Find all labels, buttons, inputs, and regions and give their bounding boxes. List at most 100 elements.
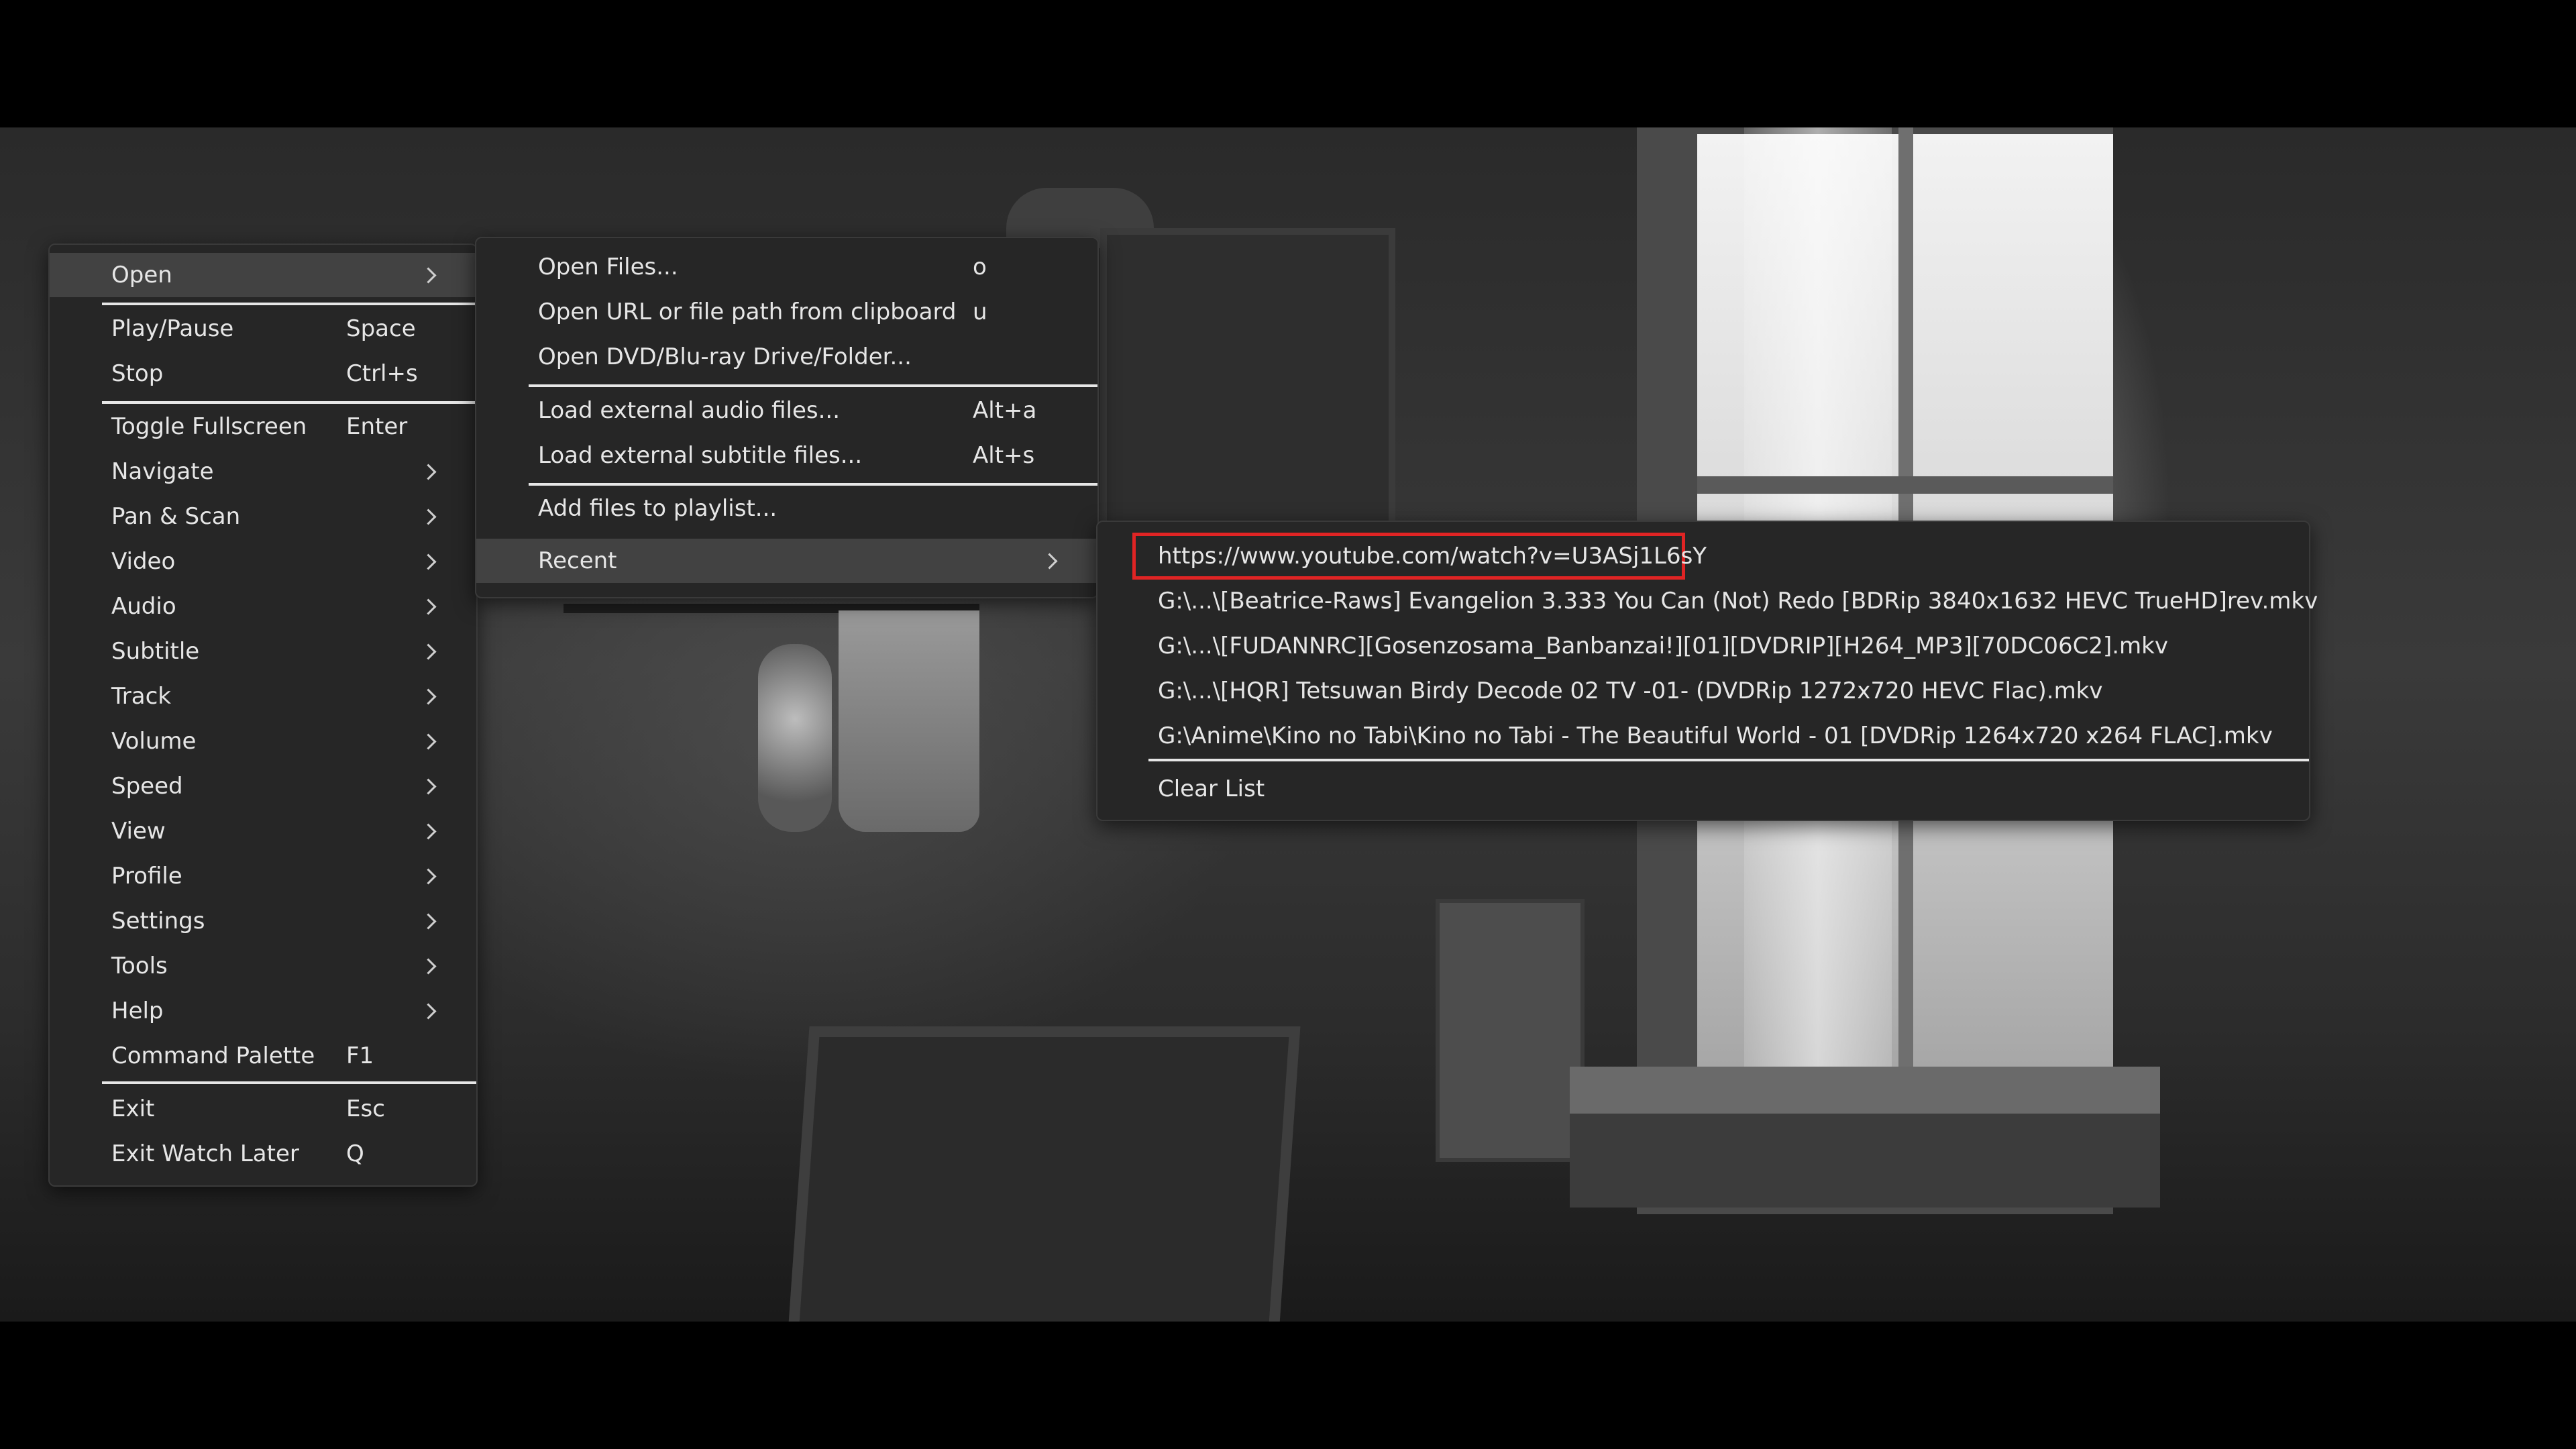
menu-item-label: Toggle Fullscreen	[111, 413, 307, 440]
menu-item-open[interactable]: Open	[50, 253, 476, 297]
menu-item-navigate[interactable]: Navigate	[50, 449, 476, 494]
menu-item-exit-watch-later[interactable]: Exit Watch Later Q	[50, 1132, 476, 1176]
menu-item-label: Navigate	[111, 458, 214, 485]
menu-item-label: Command Palette	[111, 1042, 315, 1069]
menu-item-help[interactable]: Help	[50, 989, 476, 1033]
menu-item-open-files[interactable]: Open Files... o	[476, 245, 1097, 289]
leaning-frame	[787, 1026, 1301, 1322]
chevron-right-icon	[420, 912, 437, 930]
menu-separator	[102, 1081, 476, 1084]
clear-list-label: Clear List	[1158, 775, 1265, 802]
menu-item-audio[interactable]: Audio	[50, 584, 476, 629]
menu-item-label: Exit	[111, 1095, 155, 1122]
recent-item-label: G:\...\[FUDANNRC][Gosenzosama_Banbanzai!…	[1158, 633, 2168, 659]
menu-item-track[interactable]: Track	[50, 674, 476, 718]
menu-item-label: Track	[111, 683, 171, 710]
menu-item-label: Settings	[111, 908, 205, 934]
menu-item-stop[interactable]: Stop Ctrl+s	[50, 352, 476, 396]
chevron-right-icon	[420, 777, 437, 795]
menu-item-label: Recent	[538, 547, 617, 574]
chevron-right-icon	[420, 822, 437, 840]
chevron-right-icon	[420, 508, 437, 525]
chevron-right-icon	[420, 867, 437, 885]
chevron-right-icon	[420, 1002, 437, 1020]
window-mullion	[1697, 476, 2113, 494]
window-sill	[1570, 1067, 2160, 1114]
menu-item-pan-scan[interactable]: Pan & Scan	[50, 494, 476, 539]
small-drawer	[1436, 899, 1585, 1162]
open-submenu: Open Files... o Open URL or file path fr…	[475, 237, 1099, 598]
menu-separator	[102, 401, 476, 404]
menu-item-label: Open	[111, 262, 172, 288]
menu-item-label: Speed	[111, 773, 183, 800]
recent-item[interactable]: G:\...\[HQR] Tetsuwan Birdy Decode 02 TV…	[1097, 669, 2309, 713]
recent-item-label: G:\...\[Beatrice-Raws] Evangelion 3.333 …	[1158, 588, 2318, 614]
recent-submenu: https://www.youtube.com/watch?v=U3ASj1L6…	[1096, 521, 2318, 821]
menu-item-command-palette[interactable]: Command Palette F1	[50, 1034, 476, 1078]
menu-item-settings[interactable]: Settings	[50, 899, 476, 943]
menu-item-label: Add files to playlist...	[538, 495, 777, 522]
chevron-right-icon	[420, 553, 437, 570]
chevron-right-icon	[420, 957, 437, 975]
menu-item-label: Load external subtitle files...	[538, 442, 863, 469]
chevron-right-icon	[1041, 552, 1058, 570]
menu-item-shortcut: Enter	[346, 413, 408, 440]
menu-item-shortcut: Q	[346, 1140, 364, 1167]
menu-item-label: Video	[111, 548, 176, 575]
menu-item-label: Audio	[111, 593, 176, 620]
menu-item-label: Open Files...	[538, 254, 678, 280]
menu-separator	[102, 303, 476, 305]
menu-item-shortcut: Alt+s	[973, 442, 1035, 469]
menu-item-toggle-fullscreen[interactable]: Toggle Fullscreen Enter	[50, 405, 476, 449]
menu-item-open-dvd-bluray[interactable]: Open DVD/Blu-ray Drive/Folder...	[476, 335, 1097, 379]
menu-item-tools[interactable]: Tools	[50, 944, 476, 988]
chevron-right-icon	[420, 598, 437, 615]
menu-item-exit[interactable]: Exit Esc	[50, 1087, 476, 1131]
recent-item[interactable]: https://www.youtube.com/watch?v=U3ASj1L6…	[1097, 534, 2309, 578]
menu-item-label: Pan & Scan	[111, 503, 241, 530]
menu-item-load-subtitle[interactable]: Load external subtitle files... Alt+s	[476, 433, 1097, 478]
menu-item-play-pause[interactable]: Play/Pause Space	[50, 307, 476, 351]
hanging-cloth	[839, 610, 979, 832]
sill-shadow	[1570, 1114, 2160, 1208]
recent-item-label: G:\Anime\Kino no Tabi\Kino no Tabi - The…	[1158, 722, 2273, 749]
menu-item-label: Load external audio files...	[538, 397, 841, 424]
menu-item-volume[interactable]: Volume	[50, 719, 476, 763]
menu-item-add-to-playlist[interactable]: Add files to playlist...	[476, 486, 1097, 531]
menu-item-label: Volume	[111, 728, 197, 755]
menu-item-recent[interactable]: Recent	[476, 539, 1097, 583]
recent-item[interactable]: G:\...\[FUDANNRC][Gosenzosama_Banbanzai!…	[1097, 624, 2309, 668]
menu-item-label: Subtitle	[111, 638, 200, 665]
menu-item-label: Tools	[111, 953, 168, 979]
menu-item-video[interactable]: Video	[50, 539, 476, 584]
menu-item-label: Open DVD/Blu-ray Drive/Folder...	[538, 343, 912, 370]
chevron-right-icon	[420, 266, 437, 284]
menu-item-speed[interactable]: Speed	[50, 764, 476, 808]
menu-item-shortcut: o	[973, 254, 987, 280]
menu-separator	[1148, 759, 2309, 761]
recent-item-label: https://www.youtube.com/watch?v=U3ASj1L6…	[1158, 543, 1707, 570]
menu-item-label: Stop	[111, 360, 164, 387]
menu-item-profile[interactable]: Profile	[50, 854, 476, 898]
menu-item-subtitle[interactable]: Subtitle	[50, 629, 476, 674]
menu-item-shortcut: u	[973, 299, 987, 325]
recent-item[interactable]: G:\...\[Beatrice-Raws] Evangelion 3.333 …	[1097, 579, 2318, 623]
context-menu: Open Play/Pause Space Stop Ctrl+s Toggle…	[48, 244, 478, 1187]
menu-item-shortcut: Esc	[346, 1095, 385, 1122]
menu-separator	[529, 384, 1097, 387]
chevron-right-icon	[420, 733, 437, 750]
menu-item-shortcut: F1	[346, 1042, 374, 1069]
recent-item-label: G:\...\[HQR] Tetsuwan Birdy Decode 02 TV…	[1158, 678, 2103, 704]
menu-item-label: Profile	[111, 863, 182, 890]
menu-item-load-audio[interactable]: Load external audio files... Alt+a	[476, 388, 1097, 433]
menu-item-open-url-clipboard[interactable]: Open URL or file path from clipboard u	[476, 290, 1097, 334]
menu-item-shortcut: Ctrl+s	[346, 360, 418, 387]
clear-list-item[interactable]: Clear List	[1097, 767, 2309, 811]
menu-item-label: Open URL or file path from clipboard	[538, 299, 957, 325]
chevron-right-icon	[420, 688, 437, 705]
menu-item-view[interactable]: View	[50, 809, 476, 853]
garlic-bundle	[758, 644, 832, 832]
recent-item[interactable]: G:\Anime\Kino no Tabi\Kino no Tabi - The…	[1097, 714, 2309, 758]
menu-item-shortcut: Space	[346, 315, 416, 342]
menu-item-shortcut: Alt+a	[973, 397, 1037, 424]
